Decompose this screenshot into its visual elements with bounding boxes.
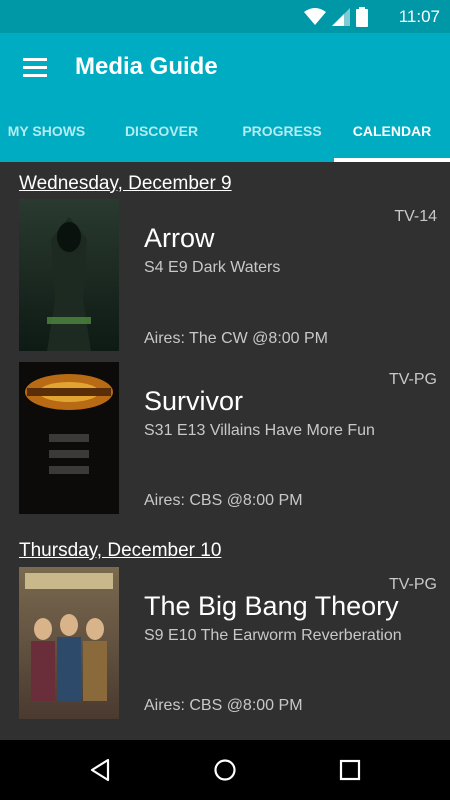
- show-title: Arrow: [144, 223, 215, 253]
- big-bang-theory-poster: [19, 567, 119, 719]
- app-bar: Media Guide: [0, 33, 450, 101]
- status-time: 11:07: [398, 7, 440, 26]
- battery-icon: [356, 7, 368, 27]
- hamburger-menu-icon[interactable]: [16, 51, 54, 83]
- tab-calendar[interactable]: CALENDAR: [334, 101, 450, 162]
- tab-bar: MY SHOWS DISCOVER PROGRESS CALENDAR: [0, 101, 450, 162]
- calendar-list[interactable]: Wednesday, December 9 TV-14 Arrow S4 E9 …: [0, 162, 450, 740]
- arrow-poster: [19, 199, 119, 351]
- tab-progress[interactable]: PROGRESS: [230, 101, 334, 162]
- status-bar: 11:07: [0, 0, 450, 33]
- navigation-bar: [0, 740, 450, 800]
- show-item-survivor[interactable]: TV-PG Survivor S31 E13 Villains Have Mor…: [0, 362, 450, 517]
- app-title: Media Guide: [75, 53, 218, 80]
- show-item-arrow[interactable]: TV-14 Arrow S4 E9 Dark Waters Aires: The…: [0, 199, 450, 354]
- rating-badge: TV-14: [394, 208, 437, 225]
- air-info: Aires: CBS @8:00 PM: [144, 492, 303, 509]
- tab-my-shows[interactable]: MY SHOWS: [0, 101, 93, 162]
- recents-icon[interactable]: [336, 756, 364, 784]
- tab-discover[interactable]: DISCOVER: [93, 101, 230, 162]
- survivor-poster: [19, 362, 119, 514]
- date-header: Wednesday, December 9: [19, 173, 232, 194]
- back-icon[interactable]: [86, 756, 114, 784]
- episode-info: S4 E9 Dark Waters: [144, 259, 281, 276]
- status-icons: [304, 7, 368, 27]
- rating-badge: TV-PG: [388, 371, 437, 388]
- date-header: Thursday, December 10: [19, 540, 222, 561]
- show-title: Survivor: [144, 386, 244, 416]
- signal-icon: [332, 8, 350, 26]
- wifi-icon: [304, 8, 326, 25]
- episode-info: S9 E10 The Earworm Reverberation: [144, 627, 402, 644]
- episode-info: S31 E13 Villains Have More Fun: [144, 422, 375, 439]
- air-info: Aires: CBS @8:00 PM: [144, 697, 303, 714]
- show-item-big-bang-theory[interactable]: TV-PG The Big Bang Theory S9 E10 The Ear…: [0, 567, 450, 722]
- home-icon[interactable]: [211, 756, 239, 784]
- show-title: The Big Bang Theory: [144, 591, 399, 621]
- air-info: Aires: The CW @8:00 PM: [144, 330, 328, 347]
